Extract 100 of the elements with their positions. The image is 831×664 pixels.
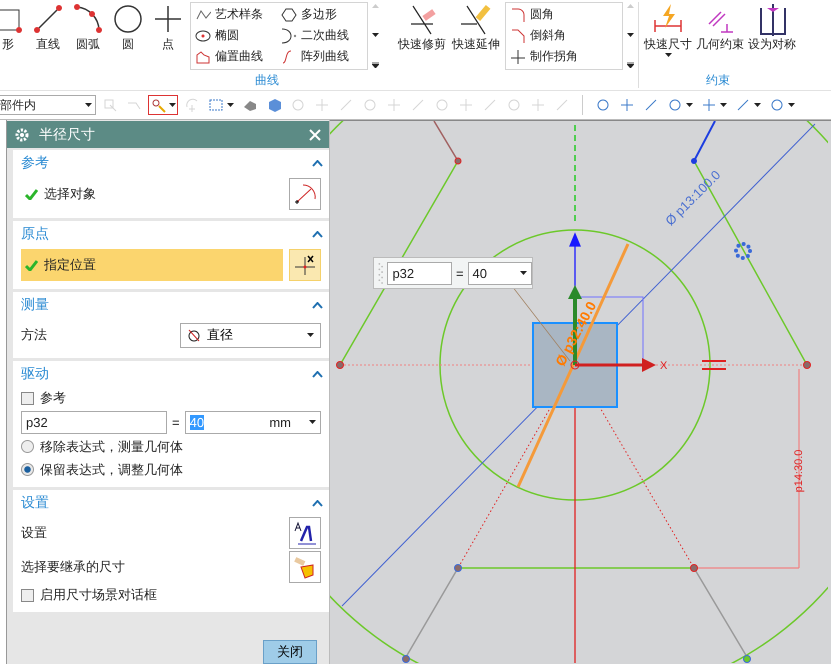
tool-icon <box>643 97 659 113</box>
ribbon-button[interactable]: 设为对称 <box>747 2 797 70</box>
scroll-down-icon <box>372 33 379 37</box>
tool-icon <box>554 97 570 113</box>
gallery-item[interactable]: 偏置曲线 <box>193 46 279 67</box>
group-label: 曲线 <box>254 72 280 88</box>
ribbon-button[interactable]: 快速尺寸 <box>643 2 693 70</box>
tool-icon <box>530 97 546 113</box>
tool-icon <box>667 97 683 113</box>
expression-value-field[interactable]: 40 mm <box>184 410 321 434</box>
tool-icon <box>338 97 354 113</box>
more-icon[interactable] <box>372 62 379 68</box>
tool-icon <box>619 97 635 113</box>
checkbox-label: 参考 <box>40 389 66 407</box>
dimension-label: p14:30.0 <box>793 450 805 492</box>
text-style-icon <box>293 521 317 545</box>
axis-label: X <box>660 360 668 372</box>
gallery-item[interactable]: 阵列曲线 <box>279 46 365 67</box>
line-icon <box>31 2 65 36</box>
select-button[interactable] <box>289 178 321 210</box>
gallery-item[interactable]: 制作拐角 <box>508 46 620 67</box>
gallery-item[interactable]: 艺术样条 <box>193 4 279 25</box>
section-header[interactable]: 测量 <box>13 292 329 318</box>
crosshair-icon <box>293 253 317 277</box>
tool-icon <box>410 97 426 113</box>
chamfer-icon <box>510 28 526 44</box>
tool-icon <box>506 97 522 113</box>
gallery-item[interactable]: 二次曲线 <box>279 25 365 46</box>
tool-icon <box>735 97 751 113</box>
ribbon-button[interactable]: 直线 <box>30 2 66 70</box>
popup-value-dropdown[interactable]: 40 <box>468 262 532 284</box>
check-icon <box>25 260 38 270</box>
ribbon-button[interactable]: 快速修剪 <box>397 2 447 70</box>
ribbon-button[interactable]: 快速延伸 <box>451 2 501 70</box>
tool-icon <box>150 97 166 113</box>
section-header[interactable]: 参考 <box>13 150 329 176</box>
section-header[interactable]: 原点 <box>13 221 329 247</box>
setting-button[interactable] <box>289 551 321 583</box>
more-icon[interactable] <box>627 62 634 68</box>
setting-label: 设置 <box>21 524 47 542</box>
popup-name-field[interactable]: p32 <box>387 262 452 284</box>
selection-step[interactable]: 指定位置 <box>21 249 283 281</box>
gallery-item[interactable]: 圆角 <box>508 4 620 25</box>
method-label: 方法 <box>21 326 47 344</box>
method-dropdown[interactable]: 直径 <box>180 322 321 348</box>
setting-button[interactable] <box>289 517 321 549</box>
filter-dropdown[interactable]: 部件内 <box>0 95 96 115</box>
ribbon-button[interactable]: 几何约束 <box>695 2 745 70</box>
caret-icon <box>227 103 234 107</box>
caret-icon <box>664 53 672 57</box>
selection-step[interactable]: 选择对象 <box>21 178 283 210</box>
gallery-item[interactable]: 椭圆 <box>193 25 279 46</box>
settings-icon[interactable] <box>15 128 29 142</box>
equals-sign: = <box>172 414 180 430</box>
radio-label: 移除表达式，测量几何体 <box>40 438 183 456</box>
tool-icon <box>362 97 378 113</box>
tool-icon <box>769 97 785 113</box>
tool-icon <box>314 97 330 113</box>
checkbox[interactable] <box>21 392 34 404</box>
gallery-item[interactable]: 多边形 <box>279 4 365 25</box>
caret-icon <box>520 271 528 275</box>
setting-label: 选择要继承的尺寸 <box>21 558 125 576</box>
tool-icon <box>184 97 200 113</box>
tool-icon <box>595 97 611 113</box>
grip-icon[interactable] <box>378 261 384 285</box>
toolbar-button[interactable] <box>148 95 178 115</box>
group-label: 约束 <box>705 72 731 88</box>
pencil-icon <box>459 2 493 36</box>
close-button[interactable]: 关闭 <box>263 640 317 664</box>
radio-button[interactable] <box>21 463 34 476</box>
ribbon-button[interactable]: 点 <box>150 2 186 70</box>
tool-icon <box>290 97 306 113</box>
caret-icon <box>85 103 92 107</box>
tool-icon <box>266 97 282 113</box>
offset-curve-icon <box>195 48 211 64</box>
tool-icon <box>208 97 224 113</box>
checkbox[interactable] <box>21 588 34 602</box>
scroll-down-icon <box>627 33 634 37</box>
caret-icon <box>720 103 727 107</box>
arc-icon <box>71 2 105 36</box>
section-header[interactable]: 驱动 <box>13 361 329 387</box>
caret-icon <box>754 103 761 107</box>
section-header[interactable]: 设置 <box>13 490 329 516</box>
caret-icon <box>309 420 316 424</box>
tool-icon <box>102 97 118 113</box>
ribbon-button[interactable]: 圆 <box>110 2 146 70</box>
radio-button[interactable] <box>21 440 34 453</box>
gallery-item[interactable]: 倒斜角 <box>508 25 620 46</box>
tool-icon <box>701 97 717 113</box>
checkbox-label: 启用尺寸场景对话框 <box>40 586 157 604</box>
close-icon[interactable] <box>309 128 321 140</box>
conic-icon <box>281 28 297 44</box>
select-button[interactable] <box>289 249 321 281</box>
ribbon-button[interactable]: 圆弧 <box>70 2 106 70</box>
caret-icon <box>788 103 795 107</box>
hexagon-icon <box>281 6 297 22</box>
ribbon-button[interactable]: 形 <box>0 2 26 70</box>
caret-icon <box>307 333 314 337</box>
check-icon <box>25 188 38 200</box>
expression-name-field[interactable]: p32 <box>21 410 168 434</box>
